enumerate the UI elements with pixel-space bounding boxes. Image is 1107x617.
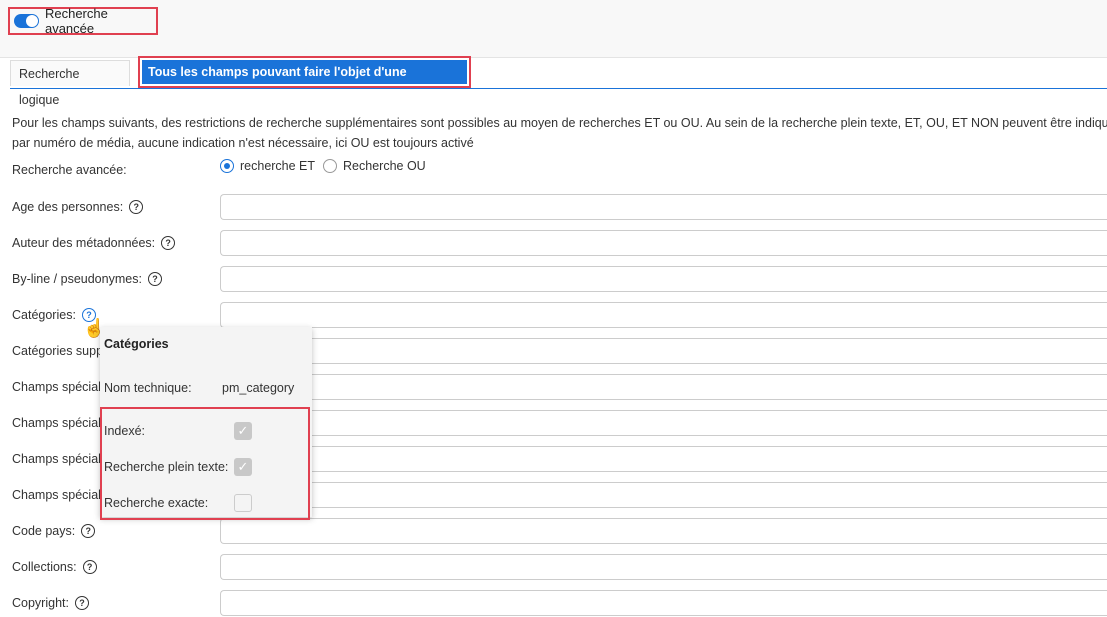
categories-input[interactable] xyxy=(220,302,1107,328)
and-or-radio-group: recherche ET Recherche OU xyxy=(220,156,426,176)
field-label-special-3: Champs spécial xyxy=(12,452,101,466)
radio-and[interactable] xyxy=(220,159,234,173)
help-icon[interactable]: ? xyxy=(82,560,97,574)
country-code-input[interactable] xyxy=(220,518,1107,544)
field-label-collections: Collections:? xyxy=(12,553,97,581)
special-field-4-input[interactable] xyxy=(220,482,1107,508)
radio-or[interactable] xyxy=(323,159,338,173)
tooltip-title: Catégories xyxy=(104,337,169,351)
help-icon[interactable]: ? xyxy=(161,236,176,250)
field-label-special-2: Champs spécial xyxy=(12,416,101,430)
tech-name-value: pm_category xyxy=(222,381,295,395)
special-field-2-input[interactable] xyxy=(220,410,1107,436)
tech-name-label: Nom technique: xyxy=(104,381,192,395)
metadata-author-input[interactable] xyxy=(220,230,1107,256)
categories-tooltip: Catégories Nom technique: pm_category In… xyxy=(100,327,312,520)
advanced-search-toggle[interactable]: Recherche avancée xyxy=(8,6,158,36)
indexed-label: Indexé: xyxy=(104,424,146,438)
byline-input[interactable] xyxy=(220,266,1107,292)
field-label-age: Age des personnes:? xyxy=(12,193,144,221)
field-label-special-4: Champs spécial xyxy=(12,488,101,502)
indexed-checkbox: ✓ xyxy=(234,422,252,440)
field-label-special-1: Champs spécial xyxy=(12,380,101,394)
field-label-supp-categories: Catégories supp xyxy=(12,344,104,358)
toggle-label: Recherche avancée xyxy=(44,6,108,36)
special-field-1-input[interactable] xyxy=(220,374,1107,400)
field-label-country-code: Code pays:? xyxy=(12,517,96,545)
radio-or-label: Recherche OU xyxy=(343,159,426,173)
collections-input[interactable] xyxy=(220,554,1107,580)
supp-categories-input[interactable] xyxy=(220,338,1107,364)
top-bar: Recherche avancée xyxy=(0,0,1107,58)
description-line-2: par numéro de média, aucune indication n… xyxy=(12,136,474,150)
help-icon[interactable]: ? xyxy=(74,596,89,610)
tab-all-fields-highlight: Tous les champs pouvant faire l'objet d'… xyxy=(138,56,471,103)
tab-all-searchable-fields[interactable]: Tous les champs pouvant faire l'objet d'… xyxy=(142,60,467,103)
description-line-1: Pour les champs suivants, des restrictio… xyxy=(12,116,1107,130)
radio-and-label: recherche ET xyxy=(240,159,316,173)
fulltext-label: Recherche plein texte: xyxy=(104,460,229,474)
exact-checkbox xyxy=(234,494,252,512)
field-label-copyright: Copyright:? xyxy=(12,589,89,617)
field-label-metadata-author: Auteur des métadonnées:? xyxy=(12,229,176,257)
special-field-3-input[interactable] xyxy=(220,446,1107,472)
field-label-byline: By-line / pseudonymes:? xyxy=(12,265,162,293)
advanced-search-label: Recherche avancée: xyxy=(12,163,127,177)
help-icon[interactable]: ? xyxy=(129,200,144,214)
advanced-search-row: Recherche avancée: xyxy=(12,156,127,184)
description-text: Pour les champs suivants, des restrictio… xyxy=(12,113,1107,153)
copyright-input[interactable] xyxy=(220,590,1107,616)
help-icon[interactable]: ? xyxy=(147,272,162,286)
help-icon[interactable]: ? xyxy=(81,524,96,538)
toggle-switch[interactable] xyxy=(14,14,39,28)
tab-logical-search[interactable]: Recherche logique xyxy=(10,60,130,107)
tab-bar: Recherche logique Tous les champs pouvan… xyxy=(10,56,1107,107)
age-input[interactable] xyxy=(220,194,1107,220)
fulltext-checkbox: ✓ xyxy=(234,458,252,476)
exact-label: Recherche exacte: xyxy=(104,496,209,510)
